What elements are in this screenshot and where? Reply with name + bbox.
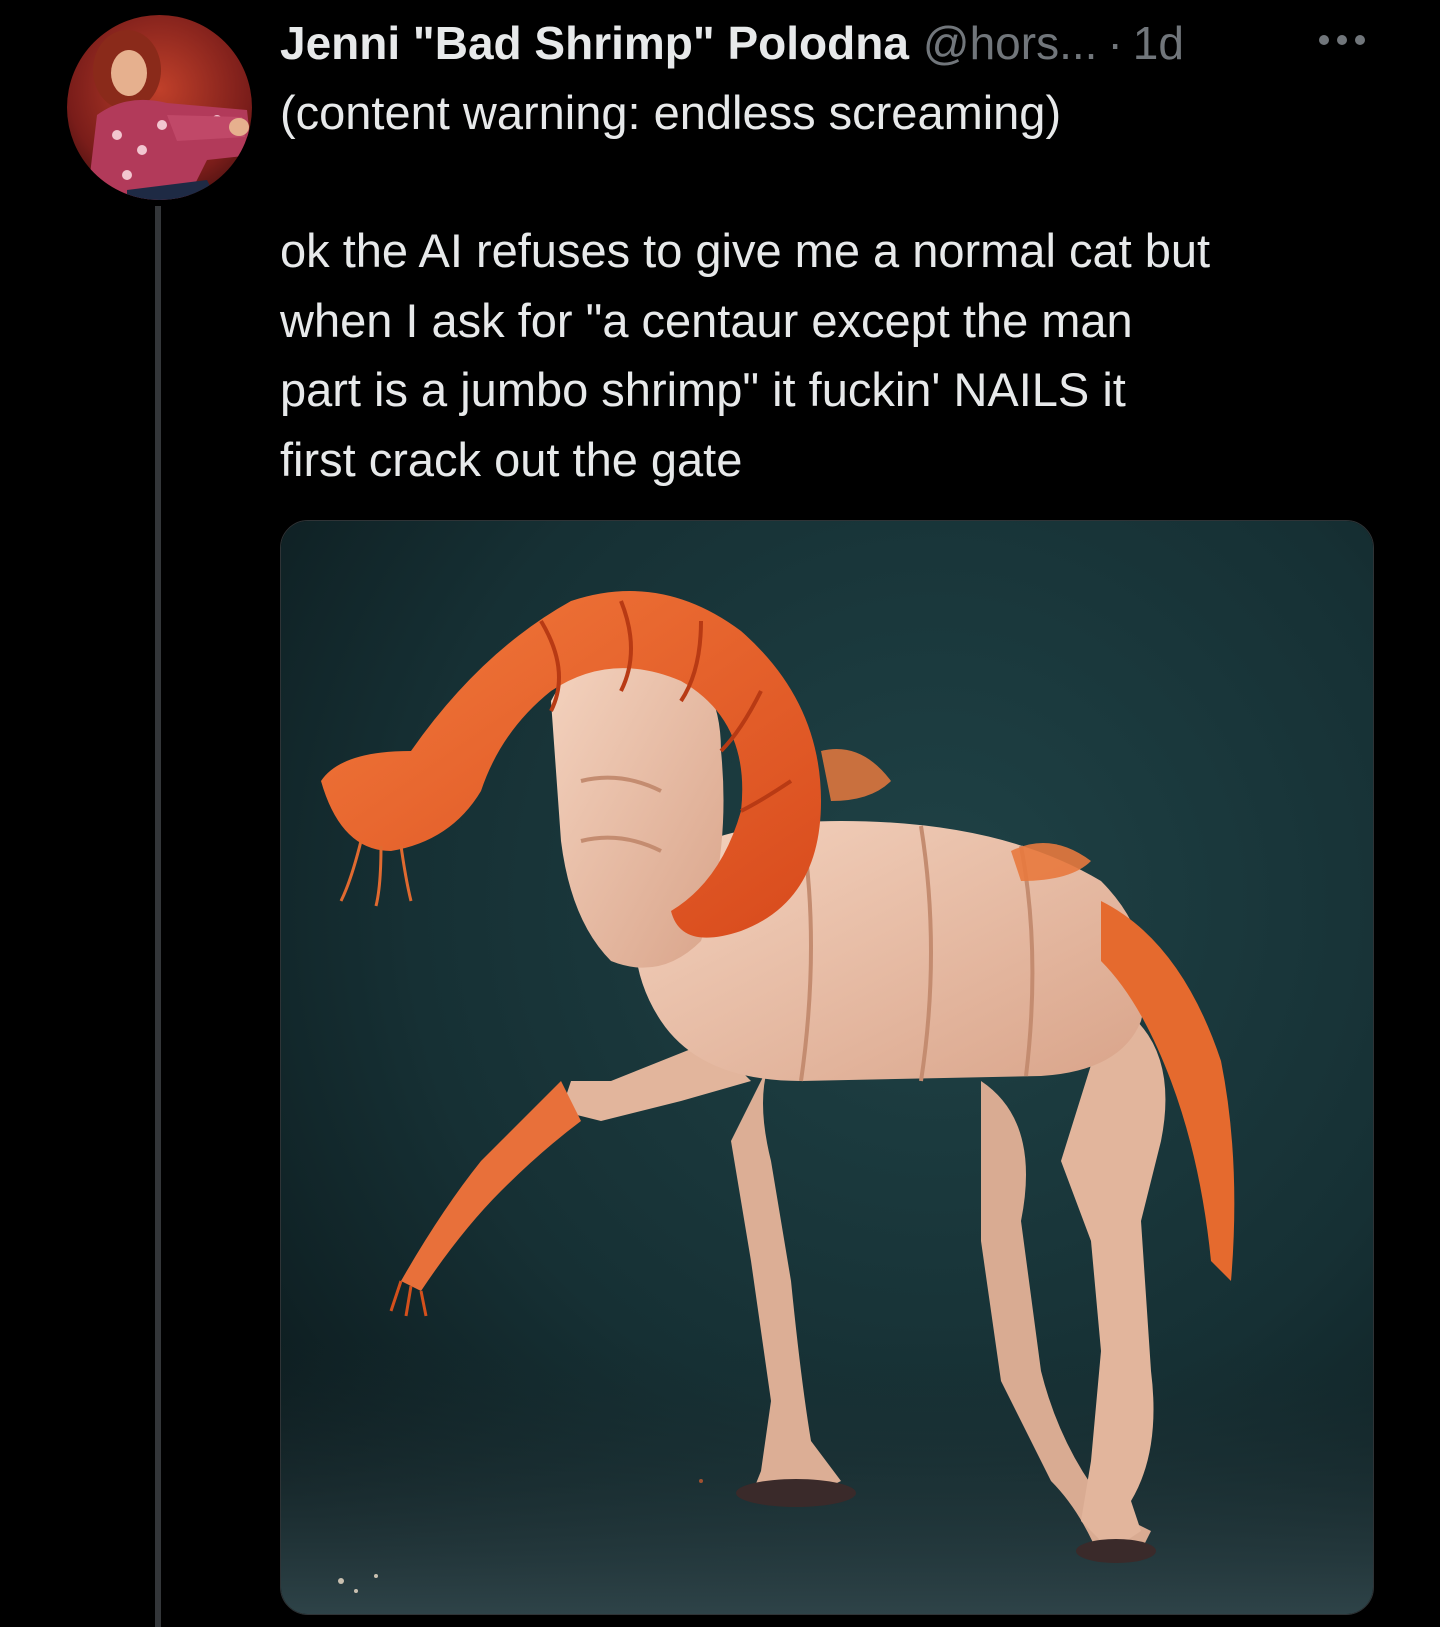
tweet[interactable]: Jenni "Bad Shrimp" Polodna @hors... · 1d… (0, 0, 1440, 1627)
tweet-body-line: part is a jumbo shrimp" it fuckin' NAILS… (280, 363, 1126, 416)
author-avatar[interactable] (67, 15, 252, 200)
tweet-body-line: first crack out the gate (280, 432, 743, 486)
more-options-button[interactable] (1310, 18, 1380, 62)
author-display-name[interactable]: Jenni "Bad Shrimp" Polodna (280, 8, 909, 78)
tweet-header: Jenni "Bad Shrimp" Polodna @hors... · 1d (280, 8, 1184, 78)
avatar-photo-icon (67, 15, 252, 200)
tweet-body-line: when I ask for "a centaur except the man (280, 293, 1133, 347)
author-handle[interactable]: @hors... (923, 8, 1098, 78)
tweet-media-image[interactable] (280, 520, 1374, 1615)
more-horizontal-icon (1319, 35, 1365, 45)
tweet-body-line: ok the AI refuses to give me a normal ca… (280, 224, 1211, 277)
tweet-timestamp[interactable]: 1d (1133, 8, 1184, 78)
tweet-body: ok the AI refuses to give me a normal ca… (280, 216, 1370, 494)
thread-connector-line (155, 206, 161, 1627)
content-warning-text: (content warning: endless screaming) (280, 86, 1062, 139)
header-separator: · (1107, 17, 1123, 69)
shrimp-centaur-image-icon (281, 521, 1373, 1614)
